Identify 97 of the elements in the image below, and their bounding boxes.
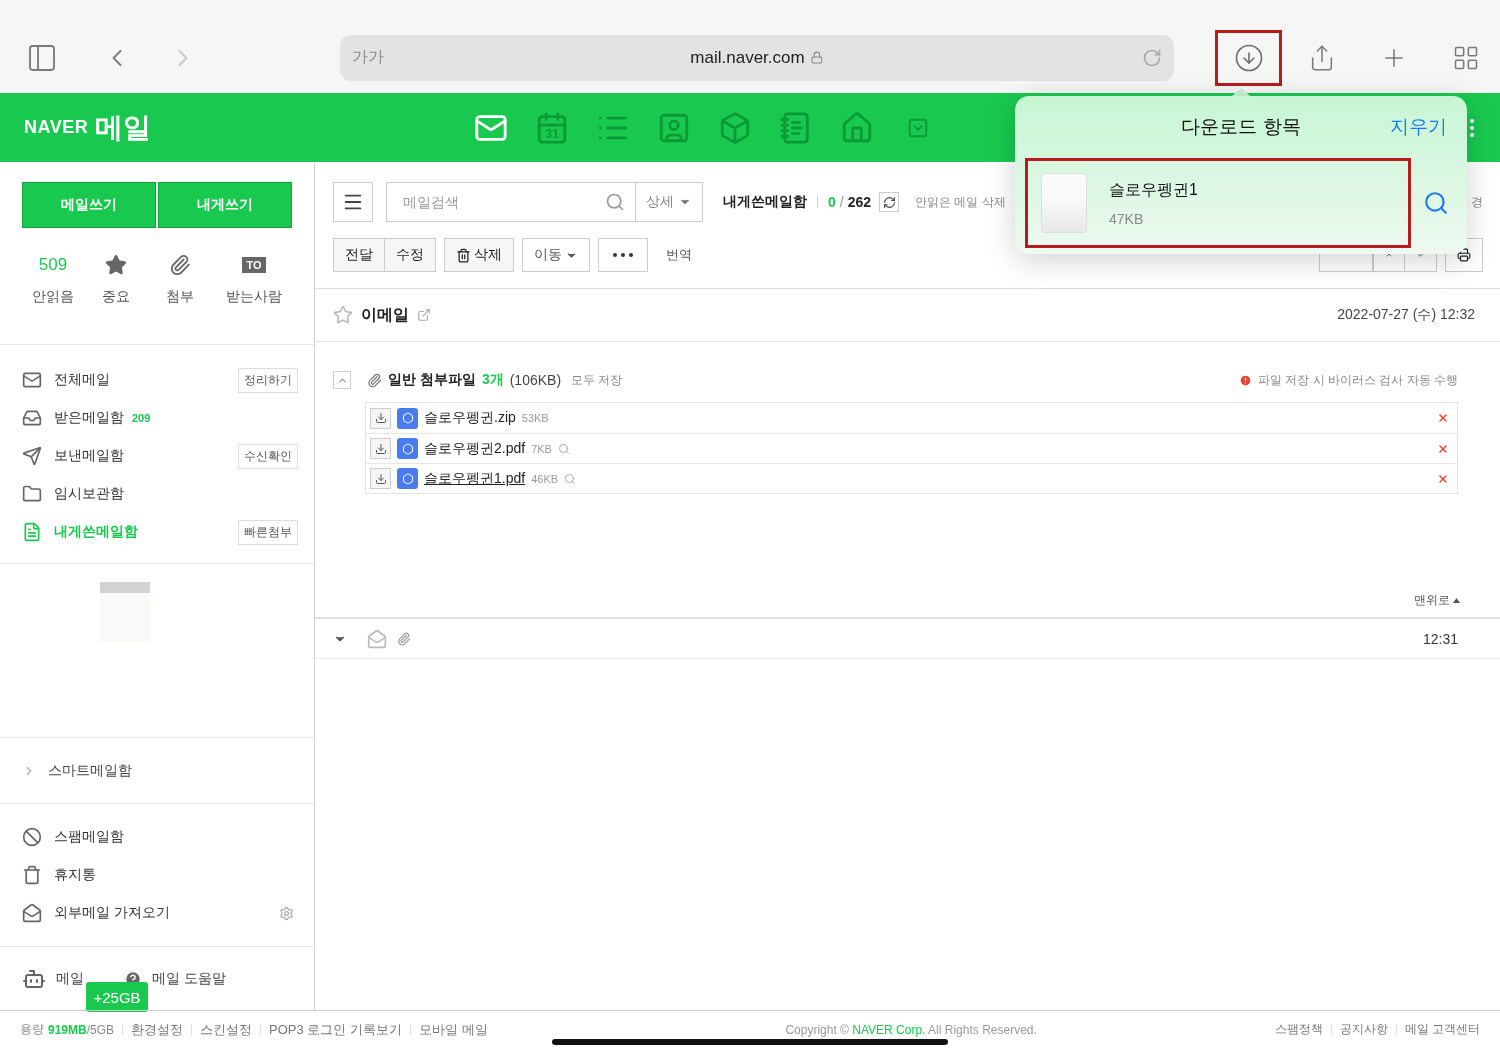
remove-icon[interactable] [1437, 412, 1449, 424]
paperclip-icon [397, 631, 411, 646]
attachment-count: 3개 [481, 371, 504, 389]
folder-link[interactable]: 전체메일 [54, 371, 110, 389]
paperclip-icon [367, 372, 382, 388]
star-icon[interactable] [333, 305, 353, 325]
help-link[interactable]: 메일 도움말 [152, 970, 226, 988]
folder-action-button[interactable]: 빠른첨부 [238, 519, 298, 545]
folder-action-button[interactable]: 수신확인 [238, 443, 298, 469]
count-separator: / [839, 194, 844, 210]
refresh-icon [882, 195, 896, 209]
footer-link[interactable]: 메일 고객센터 [1404, 1021, 1480, 1038]
folder-link[interactable]: 휴지통 [54, 866, 96, 884]
delete-button[interactable]: 삭제 [444, 238, 514, 272]
filter-label[interactable]: 중요 [102, 288, 131, 306]
envelope-icon [367, 628, 387, 649]
footer-link[interactable]: 스킨설정 [200, 1020, 253, 1039]
folder-title: 내게쓴메일함 [723, 193, 807, 211]
file-size: 46KB [531, 472, 559, 485]
folder-action-button[interactable]: 정리하기 [238, 367, 298, 393]
lock-icon [810, 51, 824, 64]
robot-icon [22, 967, 46, 991]
storage-total: /5GB [86, 1022, 115, 1037]
partial-text: 경 [1471, 193, 1483, 211]
remove-icon[interactable] [1437, 442, 1449, 455]
folder-link[interactable]: 스마트메일함 [48, 761, 132, 780]
filter-label[interactable]: 안읽음 [32, 288, 74, 306]
storage-badge: +25GB [86, 982, 148, 1012]
filter-label[interactable]: 첨부 [165, 288, 194, 306]
ellipsis-icon [613, 253, 633, 257]
document-icon [1041, 173, 1087, 233]
folder-link[interactable]: 스팸메일함 [54, 828, 124, 846]
download-icon [374, 442, 387, 455]
alert-icon [1239, 373, 1252, 387]
more-button[interactable] [598, 238, 648, 272]
download-name: 슬로우펭귄1 [1109, 179, 1198, 200]
footer-link[interactable]: 스팸정책 [1274, 1021, 1323, 1038]
download-icon [374, 472, 387, 485]
folder-count: 209 [132, 412, 151, 424]
search-icon[interactable] [605, 192, 625, 212]
search-box[interactable]: 메일검색 [386, 182, 636, 222]
attachment-title: 일반 첨부파일 [388, 371, 476, 389]
url-text: mail.naver.com [690, 47, 805, 68]
popout-icon[interactable] [417, 308, 431, 322]
footer-link[interactable]: 환경설정 [131, 1020, 184, 1039]
storage-label: 용량 [20, 1021, 44, 1038]
move-dropdown[interactable]: 이동 [522, 238, 590, 272]
up-arrow-icon [1453, 598, 1460, 603]
file-link[interactable]: 슬로우펭귄1.pdf [424, 469, 526, 488]
file-size: 7KB [531, 442, 552, 455]
copyright-text: Copyright © NAVER Corp. All Rights Reserved. [785, 1022, 1037, 1037]
file-icon [397, 438, 418, 459]
attachment-size: (106KB) [509, 372, 562, 388]
file-link[interactable]: 슬로우펭귄2.pdf [424, 439, 526, 458]
virus-scan-notice: 파일 저장 시 바이러스 검사 자동 수행 [1258, 371, 1458, 389]
storage-used: 919MB [48, 1022, 87, 1037]
total-count: 262 [847, 194, 872, 210]
file-icon [397, 468, 418, 489]
settings-icon[interactable] [279, 905, 294, 921]
forward-button[interactable]: 전달 [333, 238, 385, 272]
star-icon[interactable] [105, 254, 128, 276]
to-top-link[interactable]: 맨위로 [1414, 592, 1450, 609]
detail-dropdown[interactable]: 상세 [636, 182, 703, 222]
translate-link[interactable]: 번역 [666, 246, 692, 264]
file-icon [397, 407, 418, 429]
download-item[interactable]: 슬로우펭귄1 47KB [1025, 158, 1411, 248]
download-icon [374, 412, 387, 424]
mail-subject: 이메일 [361, 304, 409, 325]
footer-link[interactable]: 모바일 메일 [418, 1020, 488, 1039]
footer-link[interactable]: POP3 로그인 기록보기 [269, 1020, 402, 1039]
ad-placeholder [100, 582, 150, 642]
to-badge[interactable]: TO [242, 257, 266, 273]
menu-button[interactable] [333, 182, 373, 222]
folder-link[interactable]: 임시보관함 [54, 485, 124, 503]
refresh-button[interactable] [879, 192, 900, 212]
edit-button[interactable]: 수정 [385, 238, 436, 272]
filter-label[interactable]: 받는사람 [226, 288, 282, 306]
file-link[interactable]: 슬로우펭귄.zip [424, 409, 516, 427]
paperclip-icon[interactable] [168, 254, 191, 276]
download-icon [1233, 42, 1264, 73]
download-button[interactable] [1215, 29, 1282, 86]
popover-title: 다운로드 항목 [1181, 115, 1301, 139]
save-all-link[interactable]: 모두 저장 [571, 371, 623, 389]
mail-date: 2022-07-27 (수) 12:32 [1337, 306, 1475, 324]
file-size: 53KB [521, 412, 549, 424]
folder-link[interactable]: 받은메일함 [54, 409, 124, 427]
search-icon[interactable] [1423, 190, 1449, 216]
smartbot-link[interactable]: 메일 [56, 970, 84, 988]
trash-icon [456, 247, 471, 263]
folder-link[interactable]: 외부메일 가져오기 [54, 904, 170, 922]
delete-unread-link[interactable]: 안읽은 메일 삭제 [915, 193, 1006, 211]
folder-link[interactable]: 보낸메일함 [54, 447, 124, 465]
unread-count: 0 [828, 194, 836, 210]
footer-link[interactable]: 공지사항 [1339, 1021, 1388, 1038]
remove-icon[interactable] [1437, 472, 1449, 485]
mail-time: 12:31 [1422, 630, 1458, 647]
download-size: 47KB [1109, 210, 1145, 227]
